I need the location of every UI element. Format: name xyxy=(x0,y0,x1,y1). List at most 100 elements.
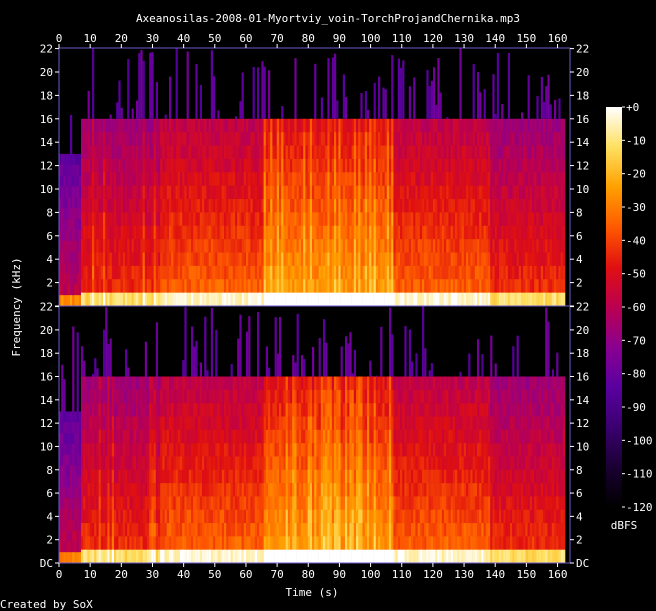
spectrum-cell xyxy=(276,185,280,200)
spectrum-cell xyxy=(505,225,509,240)
spectrum-cell xyxy=(257,496,260,511)
spectrum-cell xyxy=(406,292,410,307)
spectrum-cell xyxy=(127,536,130,550)
spectrum-cell xyxy=(446,145,449,160)
spectrum-cell xyxy=(290,145,293,160)
spectrum-cell xyxy=(217,279,220,293)
spectrum-cell xyxy=(499,145,502,160)
spectrum-cell xyxy=(76,219,80,231)
spectrum-cell xyxy=(457,132,460,146)
spectrum-cell xyxy=(292,389,295,404)
spectrum-cell xyxy=(177,239,181,253)
spectrum-cell xyxy=(287,536,291,550)
spectrum-cell xyxy=(400,212,403,227)
spectrum-cell xyxy=(554,279,557,293)
spectrum-cell xyxy=(512,239,515,253)
spectrum-cell xyxy=(153,158,157,173)
spectrum-cell xyxy=(254,483,258,497)
spectrum-cell xyxy=(116,102,119,119)
spectrum-cell xyxy=(125,212,128,227)
spectrum-cell xyxy=(270,403,273,417)
spectrum-cell xyxy=(272,239,275,253)
spectrum-cell xyxy=(186,536,190,550)
spectrum-cell xyxy=(276,509,280,524)
spectrum-cell xyxy=(182,523,185,537)
spectrum-cell xyxy=(353,265,357,280)
spectrum-cell xyxy=(239,523,242,537)
spectrum-cell xyxy=(118,132,121,146)
spectrum-cell xyxy=(538,265,542,280)
spectrum-cell xyxy=(224,416,227,431)
spectrum-cell xyxy=(389,172,392,186)
spectrum-cell xyxy=(457,212,460,227)
spectrum-cell xyxy=(334,252,337,267)
spectrum-cell xyxy=(228,172,231,186)
spectrum-cell xyxy=(437,292,440,307)
spectrum-cell xyxy=(206,172,209,186)
spectrum-cell xyxy=(287,549,291,564)
spectrum-cell xyxy=(204,199,207,213)
spectrum-cell xyxy=(309,469,313,484)
spectrum-cell xyxy=(246,376,249,391)
spectrum-cell xyxy=(558,239,561,253)
spectrum-cell xyxy=(89,292,93,307)
spectrum-cell xyxy=(87,523,91,537)
spectrum-cell xyxy=(558,118,561,133)
spectrum-cell xyxy=(188,536,192,550)
spectrum-cell xyxy=(417,172,421,186)
spectrum-cell xyxy=(369,199,372,213)
spectrum-cell xyxy=(241,252,245,267)
spectrum-cell xyxy=(316,456,319,471)
spectrum-cell xyxy=(452,252,456,267)
spectrum-cell xyxy=(375,185,379,200)
spectrum-cell xyxy=(78,519,82,531)
spectrum-cell xyxy=(221,118,225,133)
spectrum-cell xyxy=(257,549,260,564)
spectrum-cell xyxy=(558,212,561,227)
spectrum-cell xyxy=(92,212,95,227)
spectrum-cell xyxy=(136,496,139,511)
spectrum-cell xyxy=(199,376,203,391)
spectrum-cell xyxy=(215,496,218,511)
spectrum-cell xyxy=(543,158,546,173)
spectrum-cell xyxy=(120,172,124,186)
spectrum-cell xyxy=(259,239,262,253)
spectrum-cell xyxy=(411,145,414,160)
spectrum-cell xyxy=(116,483,119,497)
spectrum-cell xyxy=(345,132,348,146)
spectrum-cell xyxy=(397,199,401,213)
spectrum-cell xyxy=(360,225,363,240)
spectrum-cell xyxy=(281,389,284,404)
spectrum-cell xyxy=(241,496,245,511)
spectrum-cell xyxy=(558,158,561,173)
spectrum-cell xyxy=(349,172,352,186)
spectrum-cell xyxy=(294,483,297,497)
spectrum-cell xyxy=(439,92,442,119)
spectrum-cell xyxy=(215,212,218,227)
spectrum-cell xyxy=(252,279,256,293)
spectrum-cell xyxy=(67,284,71,296)
spectrum-cell xyxy=(160,483,163,497)
spectrum-cell xyxy=(92,429,95,444)
spectrum-cell xyxy=(466,239,469,253)
spectrum-cell xyxy=(254,536,258,550)
spectrum-cell xyxy=(298,292,302,307)
spectrum-cell xyxy=(173,389,176,404)
spectrum-cell xyxy=(120,509,124,524)
spectrum-cell xyxy=(215,225,218,240)
spectrum-cell xyxy=(490,158,493,173)
spectrum-cell xyxy=(364,132,368,146)
spectrum-cell xyxy=(180,443,183,457)
spectrum-cell xyxy=(309,252,313,267)
spectrum-cell xyxy=(294,118,297,133)
spectrum-cell xyxy=(481,199,484,213)
spectrum-cell xyxy=(468,199,471,213)
spectrum-cell xyxy=(369,158,372,173)
spectrum-cell xyxy=(362,145,366,160)
spectrum-cell xyxy=(193,469,196,484)
spectrum-cell xyxy=(274,292,278,307)
spectrum-cell xyxy=(118,158,121,173)
spectrum-cell xyxy=(114,199,117,213)
spectrum-cell xyxy=(250,265,253,280)
spectrum-cell xyxy=(96,199,99,213)
